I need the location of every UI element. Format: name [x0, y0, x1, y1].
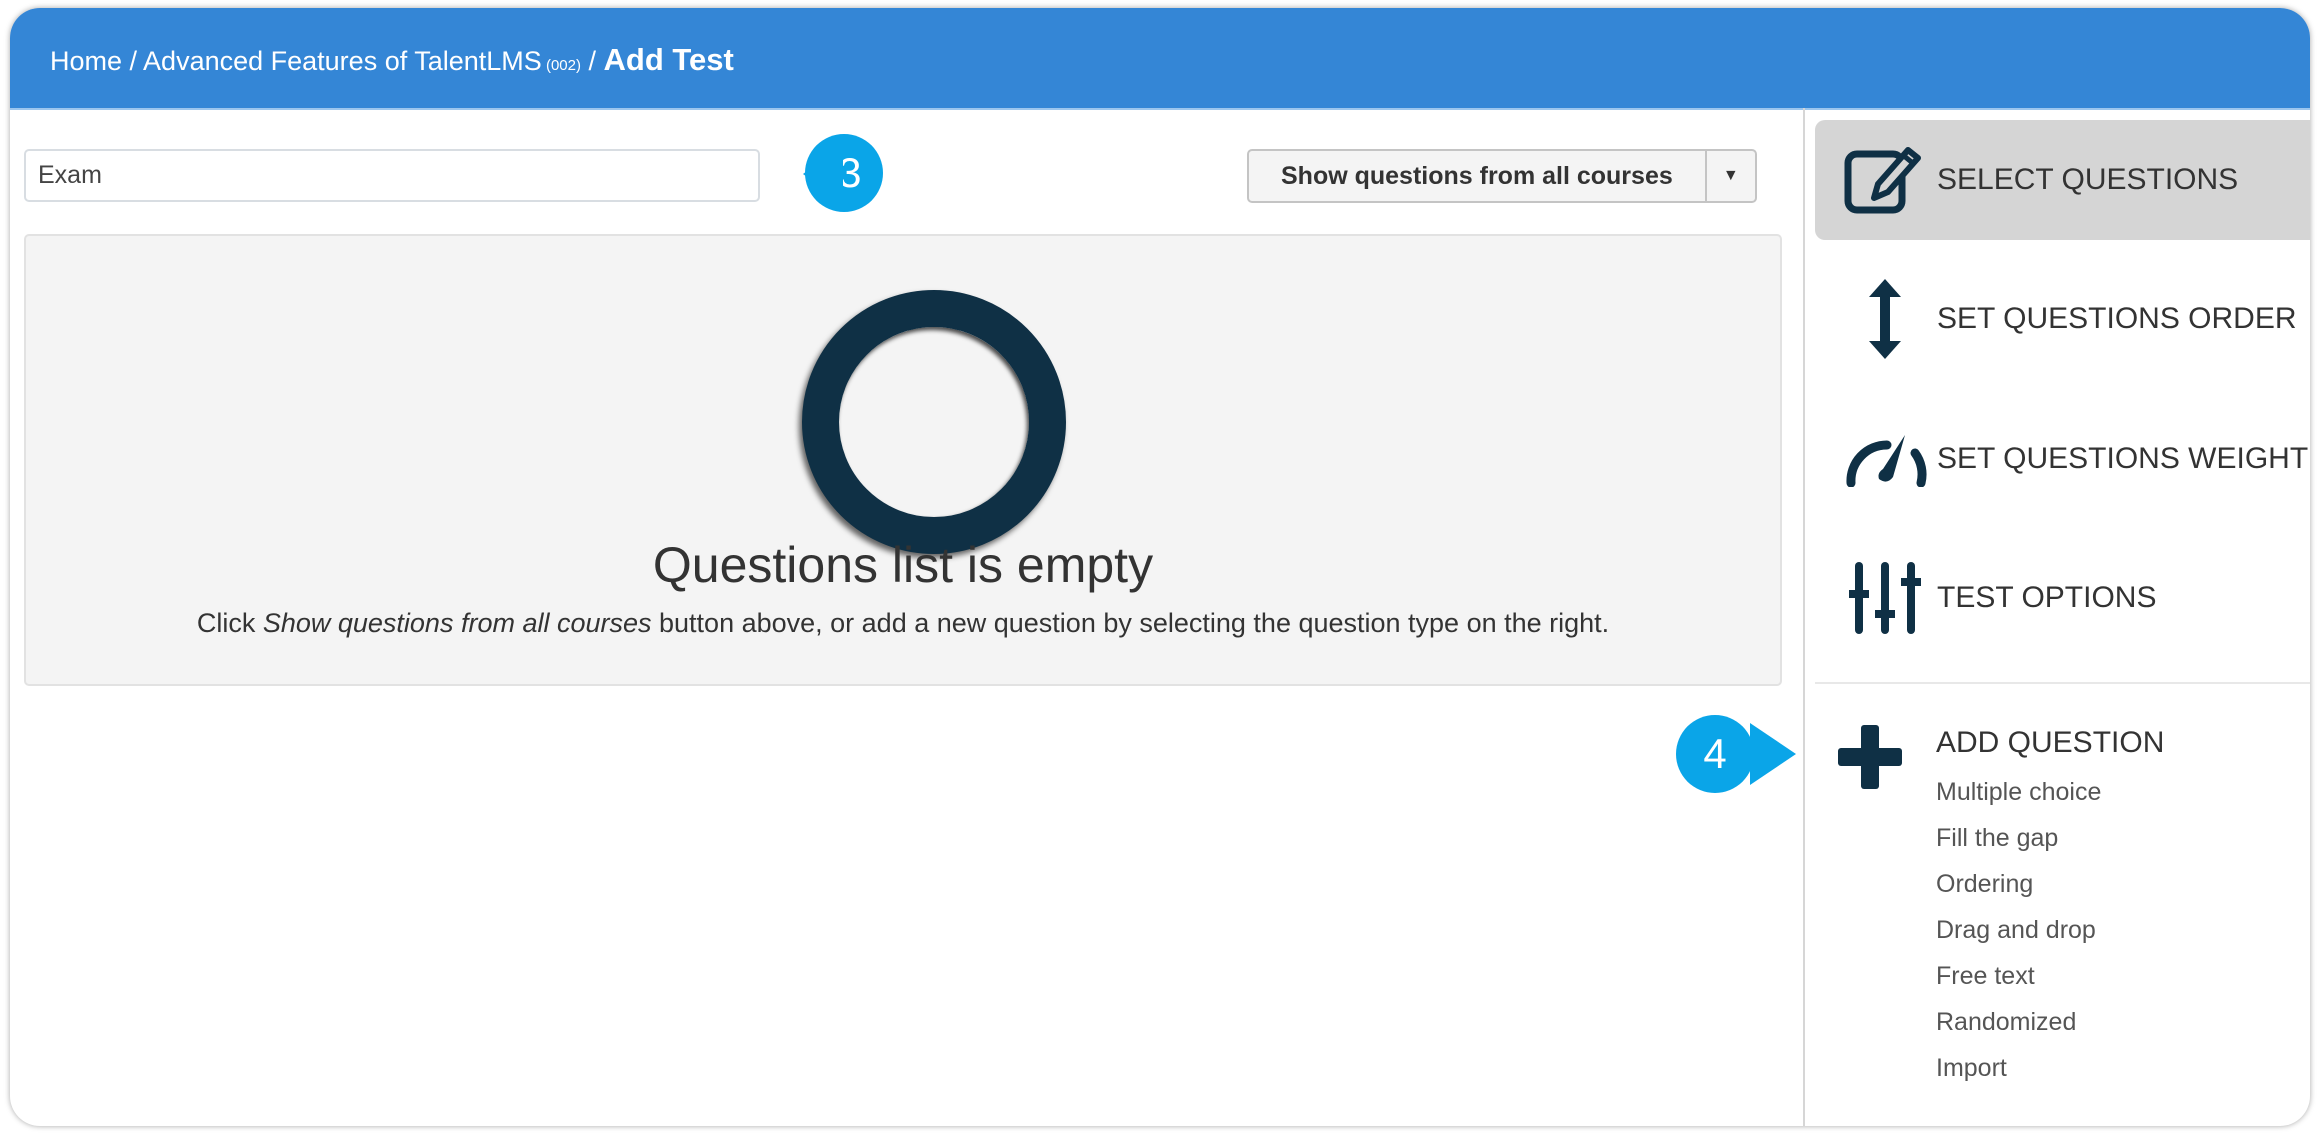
sidebar-divider [1803, 108, 1805, 1126]
step-4-number: 4 [1703, 730, 1727, 777]
sidebar-item-label: SET QUESTIONS ORDER [1937, 302, 2297, 335]
show-questions-button-group: Show questions from all courses ▼ [1247, 149, 1757, 203]
breadcrumb-separator: / [580, 46, 604, 76]
question-type-ordering[interactable]: Ordering [1936, 870, 2033, 899]
empty-text-suffix: button above, or add a new question by s… [651, 608, 1610, 638]
step-3-callout-pointer [803, 144, 843, 204]
question-type-multiple-choice[interactable]: Multiple choice [1936, 778, 2101, 807]
sidebar-item-set-questions-weight[interactable]: SET QUESTIONS WEIGHT [1815, 399, 2310, 519]
breadcrumb: Home / Advanced Features of TalentLMS (0… [50, 42, 734, 78]
page-header: Home / Advanced Features of TalentLMS (0… [10, 8, 2310, 110]
empty-state-text: Click Show questions from all courses bu… [26, 608, 1780, 639]
show-questions-dropdown-button[interactable]: ▼ [1706, 149, 1757, 203]
breadcrumb-home[interactable]: Home [50, 46, 122, 76]
edit-icon [1835, 146, 1935, 214]
app-window: Home / Advanced Features of TalentLMS (0… [10, 8, 2310, 1126]
sliders-icon [1835, 560, 1935, 636]
show-questions-button[interactable]: Show questions from all courses [1247, 149, 1707, 203]
add-question-title: ADD QUESTION [1936, 726, 2165, 759]
sidebar-item-set-questions-order[interactable]: SET QUESTIONS ORDER [1815, 259, 2310, 379]
question-type-fill-the-gap[interactable]: Fill the gap [1936, 824, 2058, 853]
empty-ring-icon [802, 290, 1066, 554]
sidebar-item-test-options[interactable]: TEST OPTIONS [1815, 538, 2310, 658]
sidebar-item-label: SELECT QUESTIONS [1937, 163, 2239, 196]
empty-text-prefix: Click [196, 608, 263, 638]
question-type-import[interactable]: Import [1936, 1054, 2007, 1083]
sidebar-item-label: SET QUESTIONS WEIGHT [1937, 442, 2309, 475]
question-type-drag-and-drop[interactable]: Drag and drop [1936, 916, 2096, 945]
breadcrumb-current: Add Test [603, 42, 734, 77]
sidebar-separator [1815, 682, 2310, 684]
empty-text-emphasis: Show questions from all courses [262, 608, 652, 638]
breadcrumb-course-code: (002) [541, 57, 581, 74]
breadcrumb-separator: / [122, 46, 144, 76]
sidebar-item-select-questions[interactable]: SELECT QUESTIONS [1815, 120, 2310, 240]
question-type-randomized[interactable]: Randomized [1936, 1008, 2076, 1037]
step-4-callout-pointer [1750, 723, 1796, 785]
empty-state-title: Questions list is empty [652, 537, 1154, 593]
gauge-icon [1835, 431, 1935, 487]
vertical-arrows-icon [1835, 277, 1935, 361]
plus-icon [1835, 723, 1905, 798]
question-type-free-text[interactable]: Free text [1936, 962, 2035, 991]
test-name-input[interactable] [24, 149, 760, 202]
caret-down-icon: ▼ [1722, 167, 1739, 184]
questions-list-panel: Questions list is empty Click Show quest… [24, 234, 1782, 686]
sidebar-item-label: TEST OPTIONS [1937, 581, 2157, 614]
breadcrumb-course[interactable]: Advanced Features of TalentLMS [143, 46, 542, 76]
step-4-callout: 4 [1676, 715, 1754, 793]
